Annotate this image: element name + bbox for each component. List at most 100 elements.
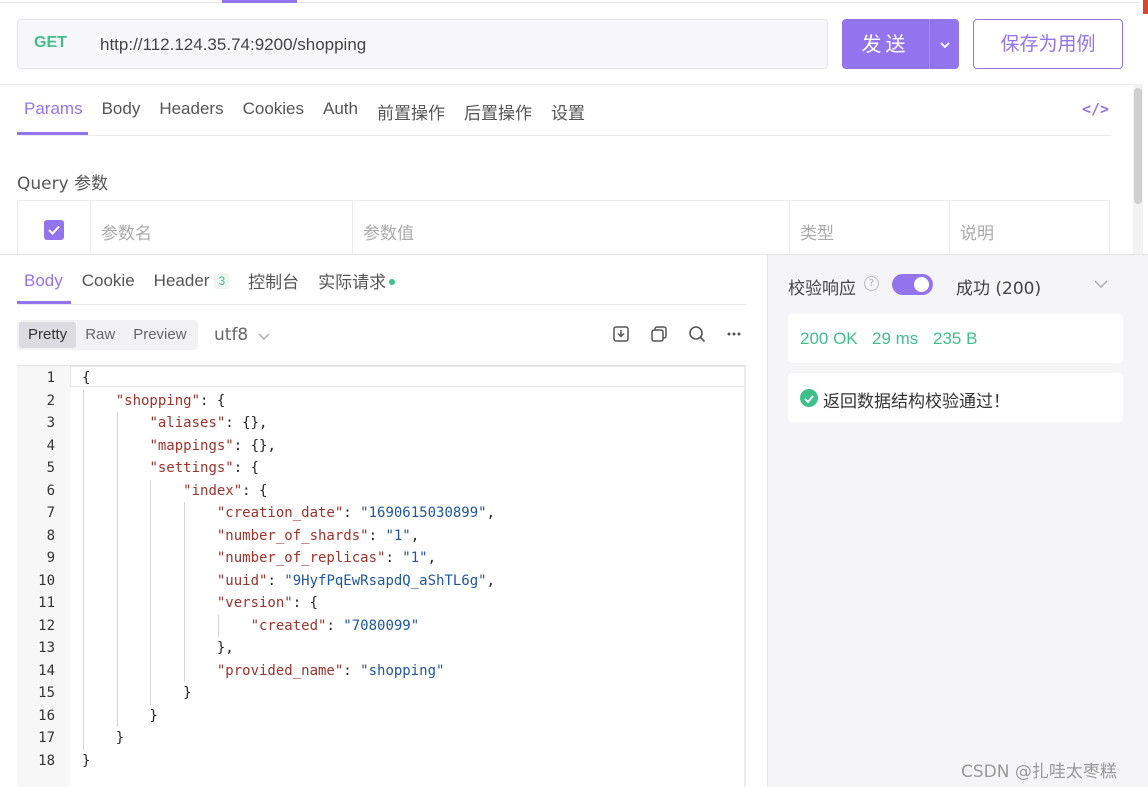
line-number: 12	[38, 617, 55, 634]
line-number: 13	[38, 640, 55, 656]
help-icon[interactable]: ?	[864, 276, 879, 291]
tab-response-header-label: Header	[153, 270, 210, 290]
code-line: 4 "mappings": {},	[17, 435, 746, 458]
code-text: }	[82, 685, 192, 701]
code-text: "provided_name": "shopping"	[216, 662, 445, 679]
code-text: "mappings": {},	[149, 437, 276, 454]
code-line: 12 "created": "7080099"	[17, 615, 746, 638]
encoding-select[interactable]: utf8	[214, 325, 270, 345]
validation-result-card: 返回数据结构校验通过！	[788, 373, 1123, 422]
header-count-badge: 3	[214, 272, 230, 289]
tab-actual-request[interactable]: 实际请求	[318, 268, 396, 293]
status-dot-icon	[389, 279, 396, 285]
search-icon[interactable]	[688, 325, 708, 345]
encoding-value: utf8	[214, 325, 249, 345]
json-viewer[interactable]: 1{2 "shopping": {3 "aliases": {}, 4 "mapp…	[17, 365, 746, 787]
code-text: "created": "7080099"	[250, 617, 420, 634]
tab-pre-actions[interactable]: 前置操作	[377, 99, 445, 123]
column-header-value: 参数值	[363, 224, 414, 244]
code-line: 5 "settings": {	[17, 457, 746, 480]
view-pretty-button[interactable]: Pretty	[19, 322, 77, 348]
line-number: 2	[46, 392, 55, 409]
copy-icon[interactable]	[650, 325, 670, 345]
tab-headers[interactable]: Headers	[159, 99, 223, 123]
code-text: },	[82, 640, 234, 656]
code-text: "number_of_shards": "1",	[216, 527, 420, 544]
app-window: GET http://112.124.35.74:9200/shopping 发…	[0, 0, 1148, 787]
select-all-checkbox[interactable]	[44, 220, 64, 240]
query-params-title: Query 参数	[17, 174, 109, 194]
code-brackets-icon[interactable]: </>	[1082, 100, 1109, 118]
code-text: }	[82, 752, 91, 769]
code-line: 14 "provided_name": "shopping"	[17, 660, 746, 683]
validate-response-label: 校验响应	[788, 279, 856, 299]
tabs-border	[17, 135, 1111, 136]
toggle-knob	[914, 277, 929, 292]
view-preview-button[interactable]: Preview	[124, 322, 195, 348]
tab-params[interactable]: Params	[24, 99, 83, 123]
line-number: 4	[46, 437, 55, 454]
code-line: 2 "shopping": {	[17, 390, 746, 413]
divider	[0, 84, 1133, 85]
code-line: 15 }	[17, 682, 746, 705]
tabs-border	[17, 304, 746, 305]
column-desc: 说明	[950, 201, 1110, 256]
line-number: 11	[38, 595, 55, 611]
column-header-type: 类型	[800, 224, 834, 244]
tab-response-body[interactable]: Body	[24, 271, 63, 291]
tab-console[interactable]: 控制台	[248, 268, 299, 293]
line-number: 9	[46, 550, 55, 566]
chevron-down-icon	[254, 330, 270, 343]
code-text: "settings": {	[149, 460, 260, 476]
send-button-group[interactable]: 发送	[842, 19, 959, 69]
scrollbar-thumb[interactable]	[1134, 88, 1142, 204]
chevron-down-icon[interactable]	[1094, 276, 1108, 292]
column-header-name: 参数名	[101, 224, 152, 244]
column-header-description: 说明	[960, 224, 994, 244]
line-number: 7	[46, 505, 55, 521]
code-line: 10 "uuid": "9HyfPqEwRsapdQ_aShTL6g",	[17, 570, 746, 593]
code-text: "shopping": {	[115, 392, 226, 409]
tab-cookies[interactable]: Cookies	[243, 99, 304, 123]
column-type: 类型	[790, 201, 950, 256]
download-icon[interactable]	[612, 325, 632, 345]
tab-settings[interactable]: 设置	[551, 99, 585, 123]
validation-status-select[interactable]: 成功 (200)	[956, 274, 1041, 299]
code-line: 1{	[17, 367, 746, 390]
code-text: }	[82, 707, 158, 724]
code-line: 6 "index": {	[17, 480, 746, 503]
response-time: 29 ms	[872, 329, 919, 348]
view-raw-button[interactable]: Raw	[76, 322, 124, 348]
line-number: 17	[38, 730, 55, 746]
line-number: 6	[46, 482, 55, 499]
code-line: 11 "version": {	[17, 592, 746, 615]
url-bar[interactable]: GET http://112.124.35.74:9200/shopping	[17, 19, 828, 69]
line-number: 14	[38, 662, 55, 679]
url-input[interactable]: http://112.124.35.74:9200/shopping	[100, 35, 366, 55]
tab-response-header[interactable]: Header 3	[153, 270, 230, 291]
tab-post-actions[interactable]: 后置操作	[464, 99, 532, 123]
http-method-selector[interactable]: GET	[34, 34, 67, 52]
code-text: "number_of_replicas": "1",	[216, 550, 437, 566]
send-button[interactable]: 发送	[842, 19, 929, 69]
column-value: 参数值	[353, 201, 790, 256]
code-line: 7 "creation_date": "1690615030899",	[17, 502, 746, 525]
top-tab-indicator	[222, 0, 297, 3]
tab-response-cookie[interactable]: Cookie	[82, 271, 135, 291]
tab-body[interactable]: Body	[102, 99, 141, 123]
send-options-chevron-icon[interactable]	[930, 19, 959, 69]
ellipsis-icon[interactable]	[726, 325, 746, 345]
view-mode-switch: Pretty Raw Preview	[17, 320, 198, 350]
validate-toggle[interactable]	[892, 274, 933, 295]
tab-actual-request-label: 实际请求	[318, 273, 387, 292]
code-line: 9 "number_of_replicas": "1",	[17, 547, 746, 570]
code-line: 8 "number_of_shards": "1",	[17, 525, 746, 548]
code-line: 3 "aliases": {},	[17, 412, 746, 435]
tab-auth[interactable]: Auth	[323, 99, 358, 123]
line-number: 15	[38, 685, 55, 701]
request-tabs: Params Body Headers Cookies Auth 前置操作 后置…	[24, 99, 604, 123]
code-text: "creation_date": "1690615030899",	[216, 505, 496, 521]
column-name: 参数名	[91, 201, 353, 256]
code-line: 16 }	[17, 705, 746, 728]
save-as-case-button[interactable]: 保存为用例	[973, 19, 1123, 69]
